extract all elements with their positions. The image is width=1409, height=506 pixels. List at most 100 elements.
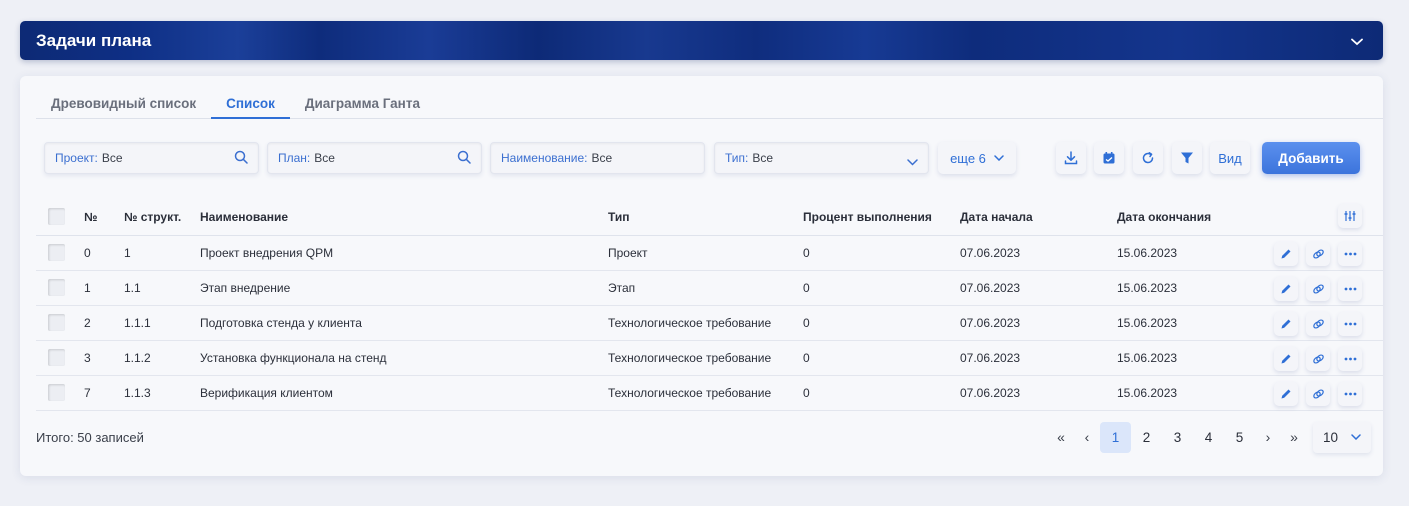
tasks-table: № № структ. Наименование Тип Процент вып… (36, 199, 1383, 411)
pencil-icon (1280, 318, 1292, 330)
more-actions-button[interactable] (1338, 382, 1362, 406)
page-4[interactable]: 4 (1193, 422, 1224, 453)
table-row[interactable]: 7 1.1.3 Верификация клиентом Технологическо… (36, 376, 1383, 411)
view-button[interactable]: Вид (1210, 142, 1250, 174)
link-icon (1312, 248, 1325, 260)
col-num[interactable]: № (84, 199, 97, 235)
project-filter-label: Проект: (55, 151, 98, 165)
edit-button[interactable] (1274, 277, 1298, 301)
table-row[interactable]: 2 1.1.1 Подготовка стенда у клиента Техноло… (36, 306, 1383, 341)
refresh-button[interactable] (1133, 142, 1163, 174)
row-name: Верификация клиентом (200, 386, 333, 400)
search-icon[interactable] (234, 150, 248, 167)
page-size-value: 10 (1323, 429, 1339, 445)
first-page-button[interactable]: « (1048, 422, 1074, 453)
name-filter-label: Наименование: (501, 151, 588, 165)
link-button[interactable] (1306, 382, 1330, 406)
row-type: Технологическое требование (608, 316, 772, 330)
row-checkbox[interactable] (48, 349, 65, 366)
link-button[interactable] (1306, 242, 1330, 266)
row-percent: 0 (803, 386, 810, 400)
page-size-select[interactable]: 10 (1313, 421, 1371, 453)
row-checkbox[interactable] (48, 314, 65, 331)
row-percent: 0 (803, 246, 810, 260)
more-filters-label: еще 6 (950, 150, 986, 166)
prev-page-button[interactable]: ‹ (1074, 422, 1100, 453)
tab-gantt[interactable]: Диаграмма Ганта (290, 90, 435, 119)
row-type: Технологическое требование (608, 386, 772, 400)
total-count: Итого: 50 записей (36, 429, 144, 445)
row-name: Этап внедрение (200, 281, 291, 295)
filter-button[interactable] (1172, 142, 1202, 174)
name-filter[interactable]: Наименование: Все (490, 142, 705, 174)
tab-list[interactable]: Список (211, 90, 290, 119)
col-end-date[interactable]: Дата окончания (1117, 199, 1211, 235)
section-header[interactable]: Задачи плана (20, 21, 1383, 60)
row-percent: 0 (803, 351, 810, 365)
export-button[interactable] (1056, 142, 1086, 174)
col-percent[interactable]: Процент выполнения (803, 199, 932, 235)
chevron-down-icon (1351, 434, 1361, 440)
pencil-icon (1280, 353, 1292, 365)
select-all-checkbox[interactable] (48, 208, 65, 225)
page-5[interactable]: 5 (1224, 422, 1255, 453)
row-type: Этап (608, 281, 636, 295)
page-1[interactable]: 1 (1100, 421, 1131, 453)
plan-filter[interactable]: План: Все (267, 142, 482, 174)
link-button[interactable] (1306, 277, 1330, 301)
more-icon (1344, 392, 1357, 396)
row-num: 2 (84, 316, 91, 330)
more-icon (1344, 287, 1357, 291)
more-actions-button[interactable] (1338, 242, 1362, 266)
project-filter-value: Все (101, 151, 123, 165)
row-start-date: 07.06.2023 (960, 281, 1021, 295)
type-filter-label: Тип: (725, 151, 749, 165)
row-start-date: 07.06.2023 (960, 246, 1021, 260)
link-icon (1312, 388, 1325, 400)
edit-button[interactable] (1274, 347, 1298, 371)
col-type[interactable]: Тип (608, 199, 630, 235)
link-button[interactable] (1306, 312, 1330, 336)
calendar-button[interactable] (1094, 142, 1124, 174)
search-icon[interactable] (457, 150, 471, 167)
page-3[interactable]: 3 (1162, 422, 1193, 453)
col-struct[interactable]: № структ. (124, 199, 181, 235)
row-start-date: 07.06.2023 (960, 316, 1021, 330)
more-actions-button[interactable] (1338, 277, 1362, 301)
column-settings-button[interactable] (1338, 204, 1362, 228)
plan-filter-value: Все (314, 151, 335, 165)
download-icon (1064, 151, 1078, 165)
more-filters-button[interactable]: еще 6 (938, 142, 1016, 174)
chevron-down-icon[interactable] (907, 153, 918, 169)
type-filter[interactable]: Тип: Все (714, 142, 929, 174)
row-name: Проект внедрения QPM (200, 246, 334, 260)
row-num: 3 (84, 351, 91, 365)
add-button[interactable]: Добавить (1262, 142, 1360, 174)
table-row[interactable]: 3 1.1.2 Установка функционала на стенд Техн… (36, 341, 1383, 376)
pencil-icon (1280, 388, 1292, 400)
last-page-button[interactable]: » (1281, 422, 1307, 453)
edit-button[interactable] (1274, 242, 1298, 266)
row-checkbox[interactable] (48, 244, 65, 261)
table-row[interactable]: 1 1.1 Этап внедрение Этап 0 07.06.2023 15.06.2… (36, 271, 1383, 306)
next-page-button[interactable]: › (1255, 422, 1281, 453)
col-start-date[interactable]: Дата начала (960, 199, 1033, 235)
more-actions-button[interactable] (1338, 312, 1362, 336)
edit-button[interactable] (1274, 312, 1298, 336)
chevron-down-icon (994, 155, 1004, 161)
link-button[interactable] (1306, 347, 1330, 371)
more-icon (1344, 252, 1357, 256)
more-actions-button[interactable] (1338, 347, 1362, 371)
edit-button[interactable] (1274, 382, 1298, 406)
chevron-down-icon[interactable] (1347, 33, 1367, 49)
row-checkbox[interactable] (48, 384, 65, 401)
columns-settings-icon (1344, 210, 1356, 222)
tab-tree-list[interactable]: Древовидный список (36, 90, 211, 119)
table-row[interactable]: 0 1 Проект внедрения QPM Проект 0 07.06.2023 1… (36, 236, 1383, 271)
col-name[interactable]: Наименование (200, 199, 288, 235)
row-checkbox[interactable] (48, 279, 65, 296)
page-2[interactable]: 2 (1131, 422, 1162, 453)
project-filter[interactable]: Проект: Все (44, 142, 259, 174)
row-percent: 0 (803, 316, 810, 330)
row-end-date: 15.06.2023 (1117, 246, 1178, 260)
